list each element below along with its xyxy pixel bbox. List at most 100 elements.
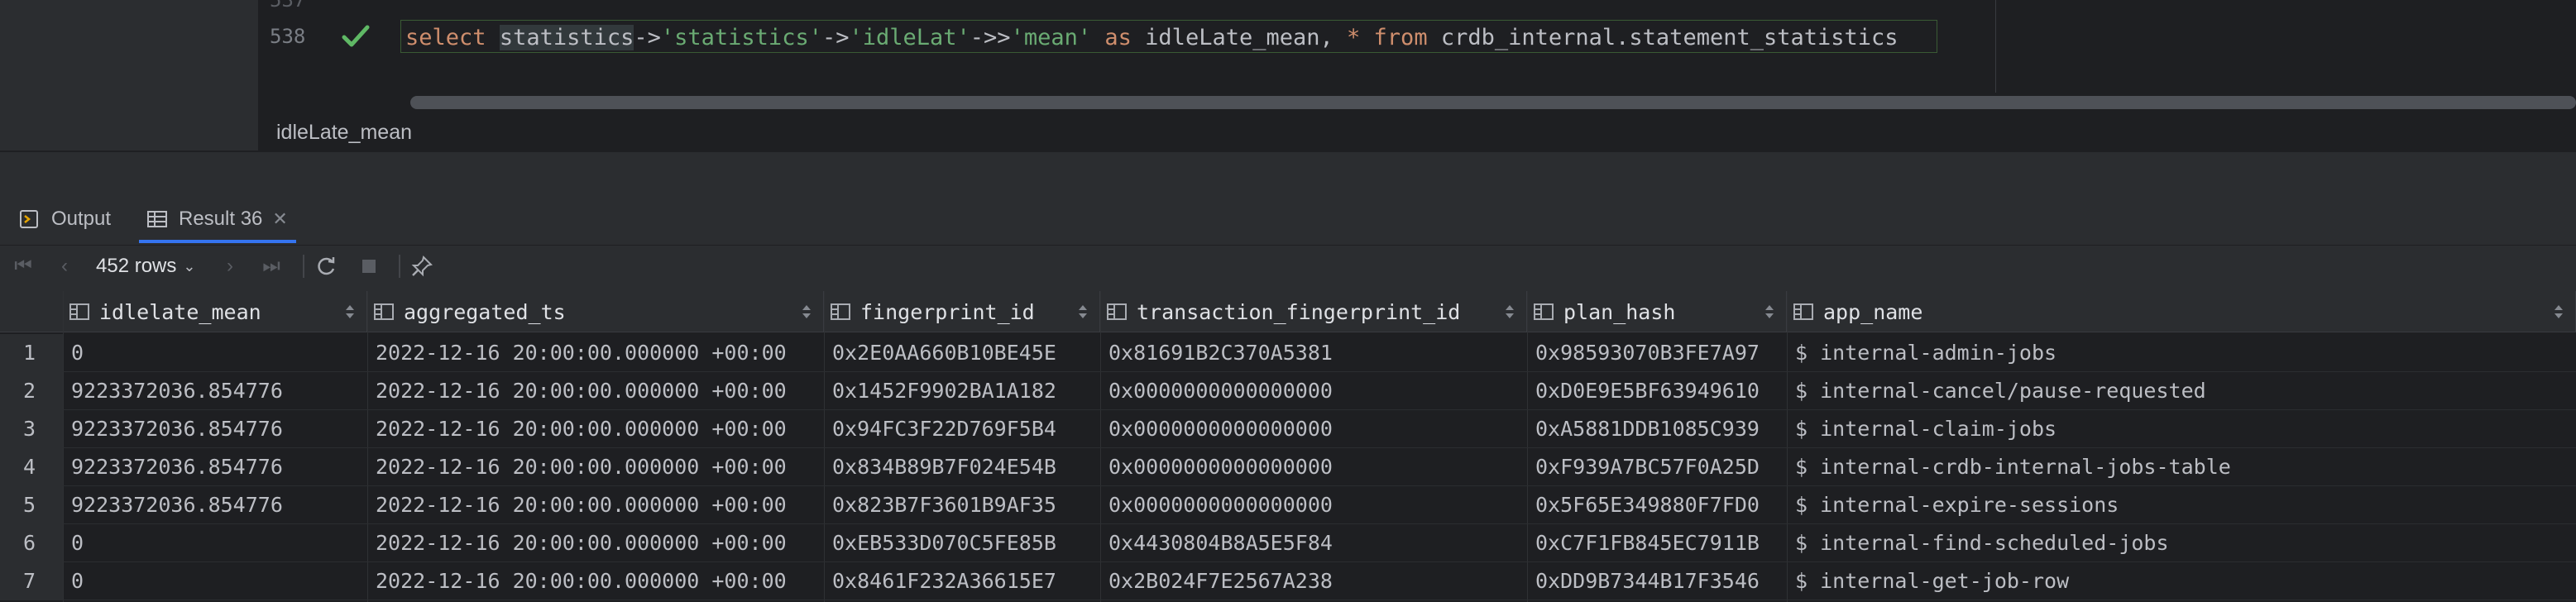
column-header-app_name[interactable]: app_name	[1787, 291, 2576, 332]
cell-fingerprint_id[interactable]: 0x8461F232A36615E7	[832, 562, 1097, 600]
cell-transaction_fingerprint_id[interactable]: 0x2B024F7E2567A238	[1108, 562, 1524, 600]
cell-app_name[interactable]: $ internal-get-job-row	[1795, 562, 2573, 600]
column-header-fingerprint_id[interactable]: fingerprint_id	[824, 291, 1100, 332]
cell-idlelate_mean[interactable]: 0	[71, 334, 364, 372]
line-number: 537	[270, 0, 306, 12]
cell-app_name[interactable]: $ internal-claim-jobs	[1795, 410, 2573, 448]
breadcrumb[interactable]: idleLate_mean	[276, 121, 412, 145]
operator: ->>	[970, 25, 1011, 50]
breadcrumb-bar	[258, 114, 2576, 150]
cell-aggregated_ts[interactable]: 2022-12-16 20:00:00.000000 +00:00	[376, 486, 821, 524]
sort-icon[interactable]	[802, 303, 812, 321]
cell-aggregated_ts[interactable]: 2022-12-16 20:00:00.000000 +00:00	[376, 410, 821, 448]
cell-idlelate_mean[interactable]: 0	[71, 524, 364, 562]
cell-idlelate_mean[interactable]: 0	[71, 562, 364, 600]
cell-transaction_fingerprint_id[interactable]: 0x0000000000000000	[1108, 486, 1524, 524]
row-number[interactable]: 6	[0, 524, 63, 562]
column-header-transaction_fingerprint_id[interactable]: transaction_fingerprint_id	[1100, 291, 1527, 332]
cell-plan_hash[interactable]: 0xC7F1FB845EC7911B	[1535, 524, 1784, 562]
prev-page-icon[interactable]: ‹	[51, 253, 78, 280]
cell-idlelate_mean[interactable]: 9223372036.854776	[71, 448, 364, 486]
column-header-label: plan_hash	[1563, 299, 1676, 324]
cell-app_name[interactable]: $ internal-crdb-internal-jobs-table	[1795, 448, 2573, 486]
cell-transaction_fingerprint_id[interactable]: 0x81691B2C370A5381	[1108, 334, 1524, 372]
panel-separator[interactable]	[0, 150, 2576, 152]
code-area[interactable]: select statistics->'statistics'->'idleLa…	[390, 0, 2576, 108]
sort-icon[interactable]	[1764, 303, 1774, 321]
sort-icon[interactable]	[1078, 303, 1088, 321]
column-icon	[1793, 303, 1813, 320]
star-wildcard: *	[1347, 25, 1361, 50]
toolbar-divider	[399, 255, 400, 278]
cell-idlelate_mean[interactable]: 9223372036.854776	[71, 486, 364, 524]
stop-icon[interactable]	[356, 253, 382, 280]
cell-aggregated_ts[interactable]: 2022-12-16 20:00:00.000000 +00:00	[376, 334, 821, 372]
results-tab-bar	[0, 198, 2576, 243]
row-number[interactable]: 3	[0, 410, 63, 448]
cell-idlelate_mean[interactable]: 9223372036.854776	[71, 410, 364, 448]
cell-transaction_fingerprint_id[interactable]: 0x4430804B8A5E5F84	[1108, 524, 1524, 562]
table-row[interactable]: 1 0 2022-12-16 20:00:00.000000 +00:00 0x2E0…	[0, 334, 2576, 372]
sort-icon[interactable]	[345, 303, 355, 321]
alias: idleLate_mean,	[1145, 25, 1333, 50]
table-row[interactable]: 2 9223372036.854776 2022-12-16 20:00:00.00…	[0, 372, 2576, 410]
cell-app_name[interactable]: $ internal-expire-sessions	[1795, 486, 2573, 524]
table-row[interactable]: 5 9223372036.854776 2022-12-16 20:00:00.00…	[0, 486, 2576, 524]
horizontal-scrollbar[interactable]	[410, 96, 2576, 109]
cell-fingerprint_id[interactable]: 0x94FC3F22D769F5B4	[832, 410, 1097, 448]
cell-aggregated_ts[interactable]: 2022-12-16 20:00:00.000000 +00:00	[376, 448, 821, 486]
cell-plan_hash[interactable]: 0x5F65E349880F7FD0	[1535, 486, 1784, 524]
editor-left-strip	[0, 0, 258, 150]
row-number[interactable]: 5	[0, 486, 63, 524]
tab-result[interactable]: Result 36 ✕	[146, 198, 288, 240]
table-row[interactable]: 4 9223372036.854776 2022-12-16 20:00:00.00…	[0, 448, 2576, 486]
table-row[interactable]: 7 0 2022-12-16 20:00:00.000000 +00:00 0x846…	[0, 562, 2576, 600]
sql-statement[interactable]: select statistics->'statistics'->'idleLa…	[405, 25, 1898, 50]
cell-fingerprint_id[interactable]: 0x1452F9902BA1A182	[832, 372, 1097, 410]
cell-aggregated_ts[interactable]: 2022-12-16 20:00:00.000000 +00:00	[376, 562, 821, 600]
row-count-dropdown[interactable]: 452 rows ⌄	[96, 255, 195, 278]
column-icon	[69, 303, 89, 320]
cell-fingerprint_id[interactable]: 0x834B89B7F024E54B	[832, 448, 1097, 486]
cell-plan_hash[interactable]: 0xDD9B7344B17F3546	[1535, 562, 1784, 600]
refresh-icon[interactable]	[313, 253, 339, 280]
column-header-label: app_name	[1823, 299, 1923, 324]
cell-fingerprint_id[interactable]: 0x2E0AA660B10BE45E	[832, 334, 1097, 372]
cell-plan_hash[interactable]: 0x98593070B3FE7A97	[1535, 334, 1784, 372]
toolbar-divider	[303, 255, 304, 278]
cell-aggregated_ts[interactable]: 2022-12-16 20:00:00.000000 +00:00	[376, 372, 821, 410]
cell-app_name[interactable]: $ internal-cancel/pause-requested	[1795, 372, 2573, 410]
cell-fingerprint_id[interactable]: 0x823B7F3601B9AF35	[832, 486, 1097, 524]
last-page-icon[interactable]: ⏭	[258, 253, 285, 280]
operator: ->	[634, 25, 661, 50]
pin-icon[interactable]	[409, 253, 435, 280]
cell-plan_hash[interactable]: 0xF939A7BC57F0A25D	[1535, 448, 1784, 486]
cell-plan_hash[interactable]: 0xA5881DDB1085C939	[1535, 410, 1784, 448]
row-number[interactable]: 1	[0, 334, 63, 372]
cell-transaction_fingerprint_id[interactable]: 0x0000000000000000	[1108, 410, 1524, 448]
column-header-idlelate_mean[interactable]: idlelate_mean	[63, 291, 367, 332]
table-row[interactable]: 6 0 2022-12-16 20:00:00.000000 +00:00 0xEB5…	[0, 524, 2576, 562]
close-icon[interactable]: ✕	[272, 208, 287, 230]
cell-app_name[interactable]: $ internal-find-scheduled-jobs	[1795, 524, 2573, 562]
column-header-aggregated_ts[interactable]: aggregated_ts	[367, 291, 824, 332]
row-number[interactable]: 7	[0, 562, 63, 600]
row-number[interactable]: 4	[0, 448, 63, 486]
cell-idlelate_mean[interactable]: 9223372036.854776	[71, 372, 364, 410]
cell-transaction_fingerprint_id[interactable]: 0x0000000000000000	[1108, 372, 1524, 410]
cell-transaction_fingerprint_id[interactable]: 0x0000000000000000	[1108, 448, 1524, 486]
column-header-plan_hash[interactable]: plan_hash	[1527, 291, 1787, 332]
sort-icon[interactable]	[2554, 303, 2564, 321]
cell-fingerprint_id[interactable]: 0xEB533D070C5FE85B	[832, 524, 1097, 562]
cell-aggregated_ts[interactable]: 2022-12-16 20:00:00.000000 +00:00	[376, 524, 821, 562]
execution-success-check-icon	[342, 25, 370, 47]
first-page-icon[interactable]: ⏮	[10, 253, 36, 280]
row-number[interactable]: 2	[0, 372, 63, 410]
tab-output[interactable]: Output	[18, 198, 111, 240]
cell-app_name[interactable]: $ internal-admin-jobs	[1795, 334, 2573, 372]
next-page-icon[interactable]: ›	[217, 253, 243, 280]
table-row[interactable]: 3 9223372036.854776 2022-12-16 20:00:00.00…	[0, 410, 2576, 448]
chevron-down-icon: ⌄	[183, 257, 196, 275]
cell-plan_hash[interactable]: 0xD0E9E5BF63949610	[1535, 372, 1784, 410]
sort-icon[interactable]	[1505, 303, 1515, 321]
